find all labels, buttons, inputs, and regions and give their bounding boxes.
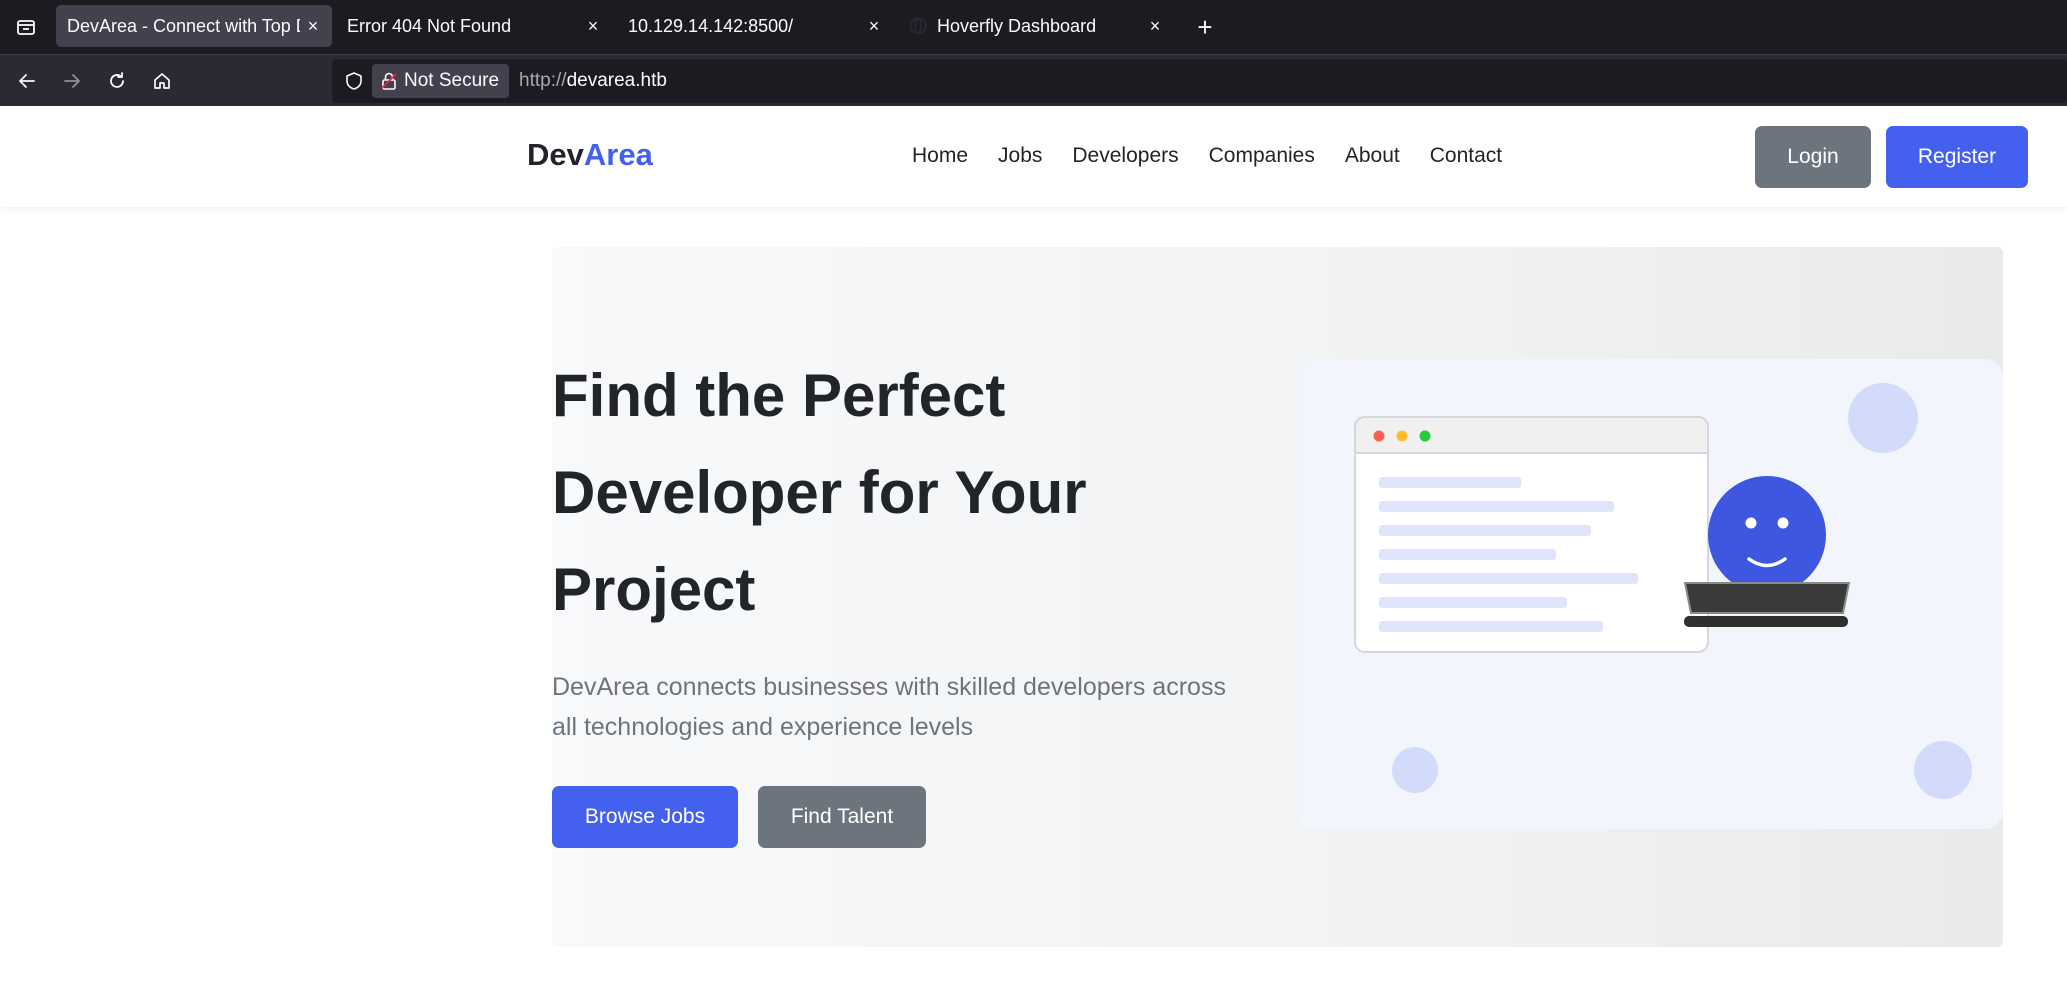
tab-devarea[interactable]: DevArea - Connect with Top Developers × bbox=[56, 5, 332, 47]
hero-section: Find the Perfect Developer for Your Proj… bbox=[552, 247, 2003, 947]
hero-illustration bbox=[1297, 359, 2003, 829]
tab-title: Error 404 Not Found bbox=[347, 15, 512, 36]
url-scheme: http:// bbox=[519, 70, 567, 91]
nav-link-companies[interactable]: Companies bbox=[1209, 144, 1315, 168]
site-logo[interactable]: DevArea bbox=[527, 137, 653, 173]
reload-icon[interactable] bbox=[101, 65, 133, 97]
tab-list-icon[interactable] bbox=[10, 11, 42, 43]
nav-link-home[interactable]: Home bbox=[912, 144, 968, 168]
decor-circle-bottom-right bbox=[1914, 741, 1972, 799]
page-content: DevArea Home Jobs Developers Companies A… bbox=[0, 106, 2067, 990]
main-nav: Home Jobs Developers Companies About Con… bbox=[912, 144, 1532, 168]
globe-icon bbox=[909, 17, 927, 35]
browser-tab-bar: DevArea - Connect with Top Developers × … bbox=[0, 0, 2067, 54]
logo-accent: Area bbox=[583, 137, 653, 172]
security-label: Not Secure bbox=[404, 70, 500, 91]
new-tab-icon[interactable]: + bbox=[1190, 12, 1220, 42]
home-icon[interactable] bbox=[146, 65, 178, 97]
hero-title: Find the Perfect Developer for Your Proj… bbox=[552, 362, 1087, 623]
login-button[interactable]: Login bbox=[1755, 126, 1871, 188]
nav-link-jobs[interactable]: Jobs bbox=[998, 144, 1042, 168]
register-button[interactable]: Register bbox=[1886, 126, 2028, 188]
hero-subtitle: DevArea connects businesses with skilled… bbox=[552, 673, 1226, 741]
window-dot-green-icon bbox=[1419, 430, 1431, 442]
window-dot-red-icon bbox=[1373, 430, 1385, 442]
browse-jobs-button[interactable]: Browse Jobs bbox=[552, 786, 738, 848]
url-bar[interactable]: Not Secure http://devarea.htb bbox=[332, 59, 2067, 103]
tab-hoverfly[interactable]: Hoverfly Dashboard × bbox=[898, 5, 1174, 47]
tab-ip-8500[interactable]: 10.129.14.142:8500/ × bbox=[617, 5, 893, 47]
url-text[interactable]: http://devarea.htb bbox=[519, 70, 667, 92]
find-talent-button[interactable]: Find Talent bbox=[758, 786, 926, 848]
forward-icon[interactable] bbox=[56, 65, 88, 97]
tab-error-404[interactable]: Error 404 Not Found × bbox=[336, 5, 612, 47]
window-illustration bbox=[1354, 416, 1709, 653]
close-icon[interactable]: × bbox=[300, 13, 326, 39]
decor-circle-top bbox=[1848, 383, 1918, 453]
laptop-illustration bbox=[1683, 582, 1851, 627]
logo-main: Dev bbox=[527, 137, 584, 172]
shield-icon[interactable] bbox=[338, 65, 370, 97]
window-dot-yellow-icon bbox=[1396, 430, 1408, 442]
close-icon[interactable]: × bbox=[580, 13, 606, 39]
insecure-lock-icon bbox=[380, 71, 398, 91]
decor-circle-bottom-left bbox=[1392, 747, 1438, 793]
close-icon[interactable]: × bbox=[861, 13, 887, 39]
tab-title: 10.129.14.142:8500/ bbox=[628, 15, 794, 36]
url-host: devarea.htb bbox=[566, 70, 667, 91]
nav-link-developers[interactable]: Developers bbox=[1072, 144, 1178, 168]
nav-link-contact[interactable]: Contact bbox=[1430, 144, 1502, 168]
tab-title: Hoverfly Dashboard bbox=[937, 15, 1097, 36]
tab-title: DevArea - Connect with Top Developers bbox=[67, 15, 300, 36]
nav-link-about[interactable]: About bbox=[1345, 144, 1400, 168]
close-icon[interactable]: × bbox=[1142, 13, 1168, 39]
security-indicator[interactable]: Not Secure bbox=[372, 64, 510, 98]
browser-nav-bar: Not Secure http://devarea.htb bbox=[0, 54, 2067, 106]
site-header: DevArea Home Jobs Developers Companies A… bbox=[0, 106, 2067, 207]
back-icon[interactable] bbox=[11, 65, 43, 97]
developer-character bbox=[1708, 476, 1826, 594]
developer-illustration bbox=[1354, 383, 1972, 799]
